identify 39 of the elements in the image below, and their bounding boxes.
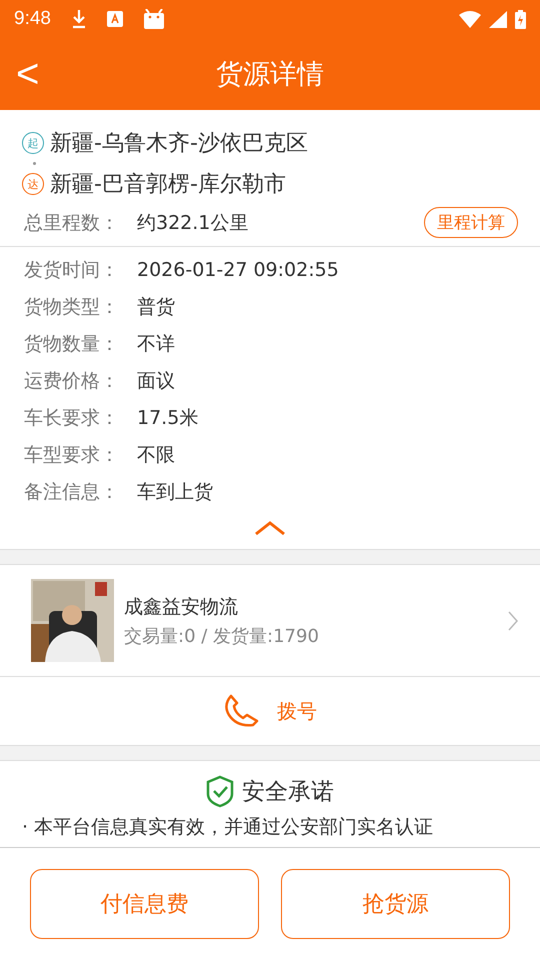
detail-value: 2026-01-27 09:02:55: [137, 258, 339, 280]
distance-calc-button[interactable]: 里程计算: [424, 207, 518, 238]
origin-place: 新疆-乌鲁木齐-沙依巴克区: [50, 130, 308, 158]
destination-tag: 达: [22, 173, 44, 195]
destination-place: 新疆-巴音郭楞-库尔勒市: [50, 171, 286, 199]
origin-tag: 起: [22, 132, 44, 154]
notification-icon: [106, 11, 123, 27]
detail-label: 车型要求：: [24, 442, 120, 468]
detail-value: 不限: [137, 442, 175, 468]
status-time: 9:48: [14, 8, 51, 30]
detail-label: 备注信息：: [24, 480, 120, 504]
detail-label: 车长要求：: [24, 406, 120, 430]
detail-value: 面议: [137, 368, 175, 394]
distance-label: 总里程数：: [24, 210, 120, 236]
detail-value: 车到上货: [137, 480, 213, 504]
detail-label: 货物类型：: [24, 294, 120, 320]
distance-value: 约322.1公里: [137, 210, 248, 236]
detail-value: 普货: [137, 294, 175, 320]
detail-label: 发货时间：: [24, 258, 120, 282]
shipper-stats: 交易量:0 / 发货量:1790: [124, 624, 319, 648]
detail-label: 货物数量：: [24, 332, 120, 356]
action-button[interactable]: 付信息费: [30, 869, 259, 939]
page-title: 货源详情: [216, 58, 324, 92]
safety-text: · 本平台信息真实有效，并通过公安部门实名认证: [21, 815, 434, 840]
detail-label: 运费价格：: [24, 368, 120, 394]
signal-icon: [489, 10, 507, 28]
shield-check-icon: [206, 775, 234, 808]
download-icon: [70, 9, 87, 29]
battery-icon: [515, 10, 526, 28]
android-icon: [142, 9, 165, 29]
shipper-name: 成鑫益安物流: [124, 594, 239, 620]
detail-value: 不详: [137, 332, 175, 356]
wifi-icon: [459, 10, 481, 28]
action-button[interactable]: 抢货源: [281, 869, 510, 939]
detail-value: 17.5米: [137, 406, 198, 430]
chevron-right-icon[interactable]: [508, 610, 518, 630]
phone-icon: [223, 693, 259, 729]
back-button[interactable]: <: [10, 52, 46, 96]
safety-title: 安全承诺: [242, 778, 334, 807]
